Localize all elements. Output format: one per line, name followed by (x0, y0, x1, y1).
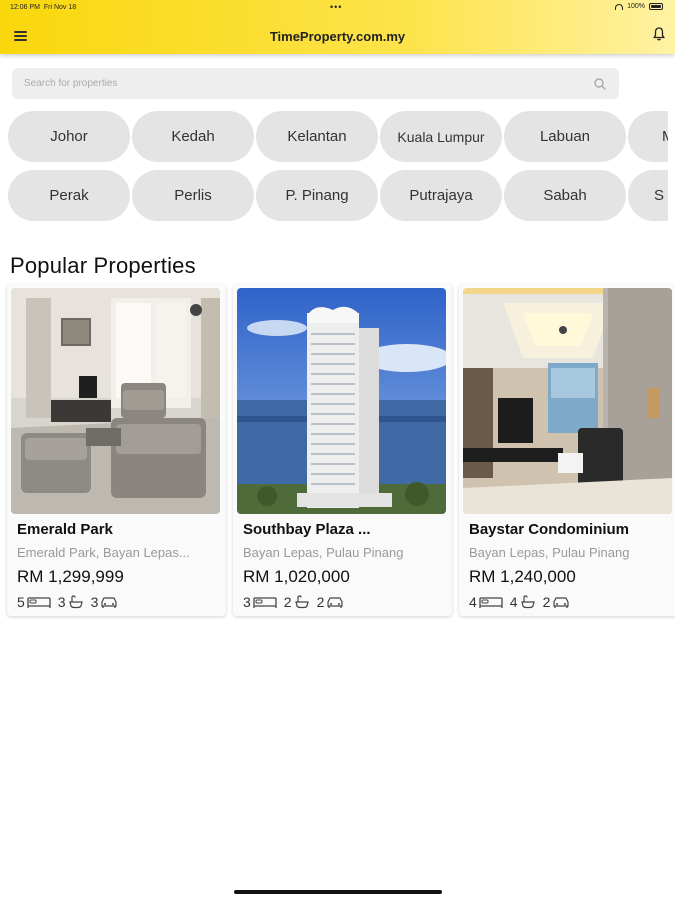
region-chip[interactable]: Putrajaya (380, 170, 502, 221)
bed-icon (27, 597, 51, 608)
living-room-photo (11, 288, 220, 514)
bathtub-icon (68, 595, 83, 609)
bathrooms: 3 (58, 594, 84, 610)
modern-living-room-photo (463, 288, 672, 514)
status-right: 100% (615, 3, 663, 10)
bedrooms-count: 4 (469, 594, 477, 610)
property-name: Baystar Condominium (469, 521, 630, 538)
region-row-1: Johor Kedah Kelantan Kuala Lumpur Labuan… (0, 111, 668, 163)
bed-icon (479, 597, 503, 608)
bathtub-icon (520, 595, 535, 609)
region-chip[interactable]: Johor (8, 111, 130, 162)
battery-percent: 100% (627, 3, 645, 10)
bell-icon[interactable] (651, 26, 667, 42)
parking-count: 3 (90, 594, 99, 610)
region-row-2: Perak Perlis P. Pinang Putrajaya Sabah S (0, 170, 668, 222)
region-chip[interactable]: Kedah (132, 111, 254, 162)
bathrooms: 4 (510, 594, 536, 610)
region-chip[interactable]: Perlis (132, 170, 254, 221)
parking: 2 (317, 594, 345, 610)
property-features: 4 4 2 (469, 594, 577, 610)
status-date: Fri Nov 18 (43, 4, 77, 11)
status-time: 12:06 PM Fri Nov 18 (10, 4, 76, 11)
property-name: Southbay Plaza ... (243, 521, 371, 538)
multitask-dots[interactable]: ••• (330, 2, 342, 12)
bed-icon (253, 597, 277, 608)
battery-icon (649, 3, 663, 10)
car-icon (553, 597, 569, 608)
region-chip[interactable]: Kuala Lumpur (380, 111, 502, 162)
property-card[interactable]: Emerald Park Emerald Park, Bayan Lepas..… (7, 284, 226, 616)
status-clock: 12:06 PM (10, 4, 40, 11)
bedrooms: 5 (17, 594, 51, 610)
bedrooms-count: 3 (243, 594, 251, 610)
region-chip[interactable]: P. Pinang (256, 170, 378, 221)
property-card[interactable]: Southbay Plaza ... Bayan Lepas, Pulau Pi… (233, 284, 452, 616)
search-input[interactable]: Search for properties (12, 68, 619, 99)
region-chip[interactable]: Kelantan (256, 111, 378, 162)
app-header: 12:06 PM Fri Nov 18 ••• 100% TimePropert… (0, 0, 675, 54)
wifi-icon (615, 3, 624, 10)
section-title: Popular Properties (10, 253, 196, 278)
condo-tower-photo (237, 288, 446, 514)
region-chip[interactable]: M (628, 111, 668, 162)
home-indicator[interactable] (234, 890, 442, 894)
parking-count: 2 (316, 594, 325, 610)
region-chip[interactable]: Perak (8, 170, 130, 221)
bedrooms: 4 (469, 594, 503, 610)
region-chip[interactable]: S (628, 170, 668, 221)
search-placeholder: Search for properties (24, 78, 118, 89)
bedrooms: 3 (243, 594, 277, 610)
region-chip[interactable]: Sabah (504, 170, 626, 221)
bathrooms: 2 (284, 594, 310, 610)
property-name: Emerald Park (17, 521, 113, 538)
property-features: 3 2 2 (243, 594, 351, 610)
bedrooms-count: 5 (17, 594, 25, 610)
bathtub-icon (294, 595, 309, 609)
parking: 3 (91, 594, 119, 610)
property-location: Emerald Park, Bayan Lepas... (17, 545, 190, 560)
property-location: Bayan Lepas, Pulau Pinang (243, 545, 404, 560)
property-price: RM 1,299,999 (17, 567, 124, 586)
app-title: TimeProperty.com.my (269, 29, 406, 44)
bathrooms-count: 2 (283, 594, 292, 610)
car-icon (327, 597, 343, 608)
car-icon (101, 597, 117, 608)
bathrooms-count: 4 (509, 594, 518, 610)
search-icon (594, 77, 606, 90)
property-price: RM 1,020,000 (243, 567, 350, 586)
property-card[interactable]: Baystar Condominium Bayan Lepas, Pulau P… (459, 284, 675, 616)
parking: 2 (543, 594, 571, 610)
status-bar: 12:06 PM Fri Nov 18 ••• 100% (0, 0, 675, 16)
parking-count: 2 (542, 594, 551, 610)
property-location: Bayan Lepas, Pulau Pinang (469, 545, 630, 560)
region-chip[interactable]: Labuan (504, 111, 626, 162)
property-features: 5 3 3 (17, 594, 125, 610)
bathrooms-count: 3 (57, 594, 66, 610)
property-price: RM 1,240,000 (469, 567, 576, 586)
